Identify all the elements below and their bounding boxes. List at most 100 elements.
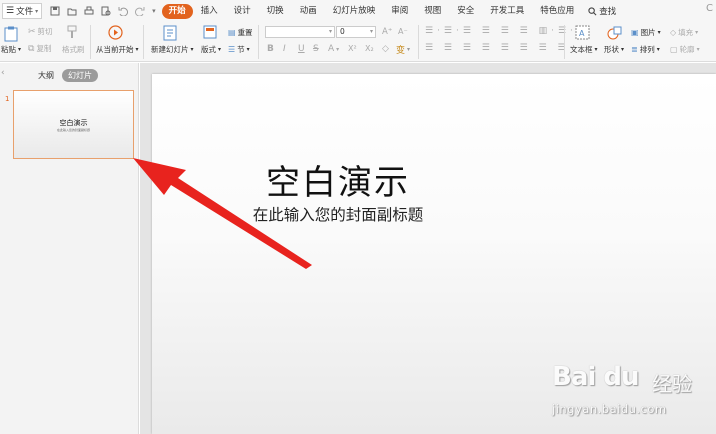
textbox-label: 文本框 bbox=[570, 45, 593, 54]
layout-icon[interactable] bbox=[203, 25, 217, 39]
dropdown-arrow-icon: ▾ bbox=[135, 46, 139, 53]
paste-button[interactable]: 粘贴 ▾ bbox=[1, 44, 21, 55]
print-preview-icon[interactable] bbox=[101, 6, 111, 16]
shrink-font-button[interactable]: A⁻ bbox=[398, 27, 408, 36]
font-name-dropdown[interactable]: ▾ bbox=[265, 26, 335, 38]
new-slide-button[interactable]: 新建幻灯片 ▾ bbox=[151, 44, 194, 55]
underline-label: U bbox=[298, 44, 305, 54]
reset-icon: ▤ bbox=[228, 28, 236, 37]
copy-button[interactable]: ⧉ 复制 bbox=[28, 43, 51, 54]
ribbon-separator bbox=[418, 25, 419, 59]
outline-icon: ▢ bbox=[670, 45, 678, 54]
strikethrough-button[interactable]: S bbox=[313, 44, 319, 54]
subscript-button[interactable]: X₂ bbox=[365, 44, 374, 53]
superscript-button[interactable]: X² bbox=[348, 44, 357, 53]
grow-font-label: A⁺ bbox=[382, 27, 393, 37]
font-size-dropdown[interactable]: 0 ▾ bbox=[336, 26, 376, 38]
tab-view[interactable]: 视图 bbox=[416, 4, 449, 19]
tab-review[interactable]: 审阅 bbox=[383, 4, 416, 19]
dropdown-arrow-icon: ▾ bbox=[18, 46, 22, 53]
dropdown-arrow-icon: ▾ bbox=[696, 46, 700, 53]
open-icon[interactable] bbox=[67, 6, 77, 16]
paragraph-align-icons[interactable]: ☰ ☰ ☰ ☰ ☰ ☰ ☰ ☰· bbox=[425, 43, 576, 53]
slide-subtitle[interactable]: 在此输入您的封面副标题 bbox=[0, 203, 676, 225]
section-label: 节 bbox=[237, 45, 245, 54]
italic-label: I bbox=[283, 44, 286, 54]
slide-number: 1 bbox=[5, 95, 10, 103]
shape-button[interactable]: 形状 ▾ bbox=[604, 44, 624, 55]
superscript-label: X² bbox=[348, 44, 357, 53]
slide-title[interactable]: 空白演示 bbox=[0, 155, 676, 204]
dropdown-arrow-icon: ▾ bbox=[336, 45, 340, 53]
cloud-sync-icon[interactable]: C bbox=[706, 3, 713, 14]
file-menu-button[interactable]: ☰ 文件 ▾ bbox=[2, 3, 43, 19]
search-icon bbox=[588, 6, 597, 15]
menu-bar: ☰ 文件 ▾ ▾ 开始 插入 设计 切换 动画 幻灯片放映 审阅 视图 安全 开… bbox=[0, 0, 716, 22]
scissors-icon: ✂ bbox=[28, 26, 36, 37]
collapse-pane-icon[interactable]: ‹ bbox=[1, 68, 5, 78]
slide-thumbnail[interactable]: 空白演示 在此输入您的封面副标题 bbox=[13, 90, 134, 159]
print-icon[interactable] bbox=[84, 6, 94, 16]
watermark-logo: Bai du bbox=[552, 362, 639, 392]
layout-label: 版式 bbox=[201, 45, 216, 54]
dropdown-arrow-icon: ▾ bbox=[218, 46, 222, 53]
textbox-button[interactable]: 文本框 ▾ bbox=[570, 44, 598, 55]
tab-outline[interactable]: 大纲 bbox=[38, 70, 54, 81]
section-button[interactable]: ☰ 节 ▾ bbox=[228, 44, 250, 55]
arrange-button[interactable]: ≣ 排列 ▾ bbox=[631, 44, 660, 55]
new-slide-icon[interactable] bbox=[163, 25, 177, 41]
slide-navigation-pane: ‹ 大纲 幻灯片 1 空白演示 在此输入您的封面副标题 bbox=[0, 63, 139, 434]
textbox-icon[interactable]: A bbox=[575, 25, 590, 40]
underline-button[interactable]: U bbox=[298, 44, 305, 54]
play-from-current-button[interactable]: 从当前开始 ▾ bbox=[96, 44, 139, 55]
tab-transitions[interactable]: 切换 bbox=[259, 4, 292, 19]
watermark-url: jingyan.baidu.com bbox=[552, 402, 667, 416]
search-label: 查找 bbox=[599, 7, 617, 17]
shape-icon[interactable] bbox=[607, 25, 623, 41]
tab-slideshow[interactable]: 幻灯片放映 bbox=[325, 4, 384, 19]
cut-button[interactable]: ✂ 剪切 bbox=[28, 26, 53, 37]
picture-icon: ▣ bbox=[631, 28, 639, 37]
layout-button[interactable]: 版式 ▾ bbox=[201, 44, 221, 55]
customize-chevron-icon[interactable]: ▾ bbox=[152, 7, 156, 15]
undo-icon[interactable] bbox=[118, 6, 129, 16]
reset-button[interactable]: ▤ 重置 bbox=[228, 27, 253, 38]
section-icon: ☰ bbox=[228, 45, 236, 54]
arrange-label: 排列 bbox=[639, 45, 655, 54]
paste-icon[interactable] bbox=[4, 26, 18, 42]
outline-button[interactable]: ▢ 轮廓 ▾ bbox=[670, 44, 700, 55]
fill-button[interactable]: ◇ 填充 ▾ bbox=[670, 27, 698, 38]
paragraph-list-icons[interactable]: ☰·☰·☰ ☰ ☰ ☰ ▥·☰· bbox=[425, 26, 577, 36]
tab-slides[interactable]: 幻灯片 bbox=[62, 69, 98, 82]
tab-security[interactable]: 安全 bbox=[449, 4, 482, 19]
redo-icon[interactable] bbox=[135, 6, 145, 16]
strikethrough-label: S bbox=[313, 44, 319, 54]
tab-special-apps[interactable]: 特色应用 bbox=[532, 4, 582, 19]
clear-format-icon[interactable]: ◇ bbox=[382, 44, 389, 54]
bold-button[interactable]: B bbox=[267, 44, 274, 54]
tab-design[interactable]: 设计 bbox=[226, 4, 259, 19]
picture-button[interactable]: ▣ 图片 ▾ bbox=[631, 27, 661, 38]
outline-label: 轮廓 bbox=[679, 45, 695, 54]
tab-animations[interactable]: 动画 bbox=[292, 4, 325, 19]
font-color-button[interactable]: A ▾ bbox=[328, 44, 339, 54]
search-button[interactable]: 查找 bbox=[588, 5, 616, 17]
hamburger-icon: ☰ bbox=[6, 6, 15, 16]
arrange-icon: ≣ bbox=[631, 45, 638, 54]
italic-button[interactable]: I bbox=[283, 44, 286, 54]
format-painter-icon[interactable] bbox=[66, 25, 78, 39]
format-painter-label: 格式刷 bbox=[62, 45, 85, 54]
dropdown-arrow-icon: ▾ bbox=[695, 29, 699, 36]
tab-developer[interactable]: 开发工具 bbox=[482, 4, 532, 19]
play-icon[interactable] bbox=[108, 25, 123, 40]
svg-text:A: A bbox=[579, 29, 585, 38]
text-effects-icon[interactable]: 变 ▾ bbox=[396, 43, 410, 56]
save-icon[interactable] bbox=[50, 6, 60, 16]
format-painter-button[interactable]: 格式刷 bbox=[62, 44, 85, 55]
shape-label: 形状 bbox=[604, 45, 619, 54]
tab-home[interactable]: 开始 bbox=[161, 3, 193, 19]
grow-font-button[interactable]: A⁺ bbox=[382, 27, 392, 37]
thumbnail-title: 空白演示 bbox=[59, 119, 88, 127]
font-color-label: A bbox=[328, 44, 335, 54]
tab-insert[interactable]: 插入 bbox=[193, 4, 226, 19]
